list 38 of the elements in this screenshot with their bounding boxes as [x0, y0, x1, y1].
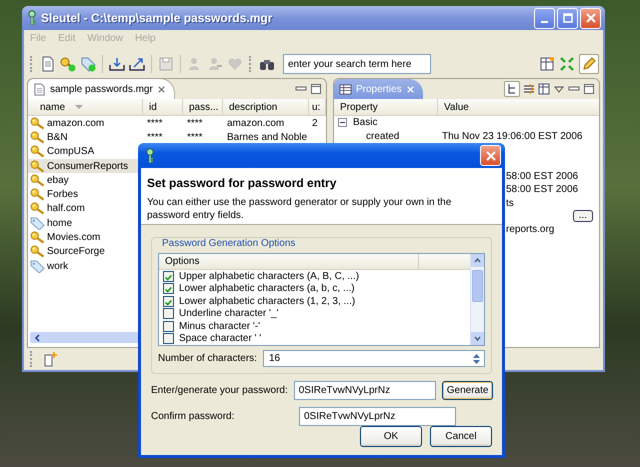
option-label: Upper alphabetic characters (A, B, C, ...) — [179, 270, 360, 282]
option-label: Minus character '-' — [179, 320, 260, 332]
table-cell: **** — [147, 132, 163, 143]
table-cell: **** — [147, 118, 163, 129]
table-cell: SourceForge — [47, 246, 105, 258]
table-cell: ConsumerReports — [47, 160, 128, 172]
table-cell: CompUSA — [47, 146, 94, 158]
dialog-title: Set password for password entry — [147, 176, 338, 190]
table-cell: half.com — [47, 203, 85, 214]
field-label: Enter/generate your password: — [151, 385, 288, 396]
window-title: Sleutel - C:\temp\sample passwords.mgr — [41, 11, 272, 25]
table-cell: Forbes — [47, 189, 78, 200]
option-label: Underline character '_' — [179, 308, 278, 320]
table-cell: amazon.com — [47, 118, 104, 129]
table-cell: home — [47, 218, 72, 229]
table-cell: amazon.com — [227, 118, 284, 129]
property-value: ts — [506, 198, 514, 209]
table-cell: B&N — [47, 132, 68, 143]
table-cell: ebay — [47, 174, 69, 186]
table-cell: Movies.com — [47, 232, 100, 244]
group-label: Password Generation Options — [160, 238, 298, 249]
property-value: Thu Nov 23 19:06:00 EST 2006 — [442, 130, 582, 142]
table-cell: **** — [187, 132, 203, 143]
field-label: Confirm password: — [151, 411, 236, 422]
property-value: 58:00 EST 2006 — [506, 170, 578, 182]
option-label: Space character ' ' — [179, 333, 262, 344]
table-cell: **** — [187, 118, 203, 129]
table-cell: 2 — [312, 118, 318, 129]
property-value: reports.org — [506, 224, 554, 236]
option-label: Lower alphabetic characters (a, b, c, ...) — [179, 283, 355, 294]
field-label: Number of characters: — [158, 353, 257, 364]
column-header: Options — [159, 254, 419, 269]
table-cell: work — [47, 260, 68, 272]
dialog-description: You can either use the password generator or supply your own in the password entry fields. — [147, 196, 452, 222]
option-label: Lower alphabetic characters (1, 2, 3, ...) — [179, 296, 356, 307]
property-value: 58:00 EST 2006 — [506, 184, 578, 196]
table-cell: Barnes and Noble — [227, 132, 308, 143]
property-name: created — [365, 130, 400, 142]
